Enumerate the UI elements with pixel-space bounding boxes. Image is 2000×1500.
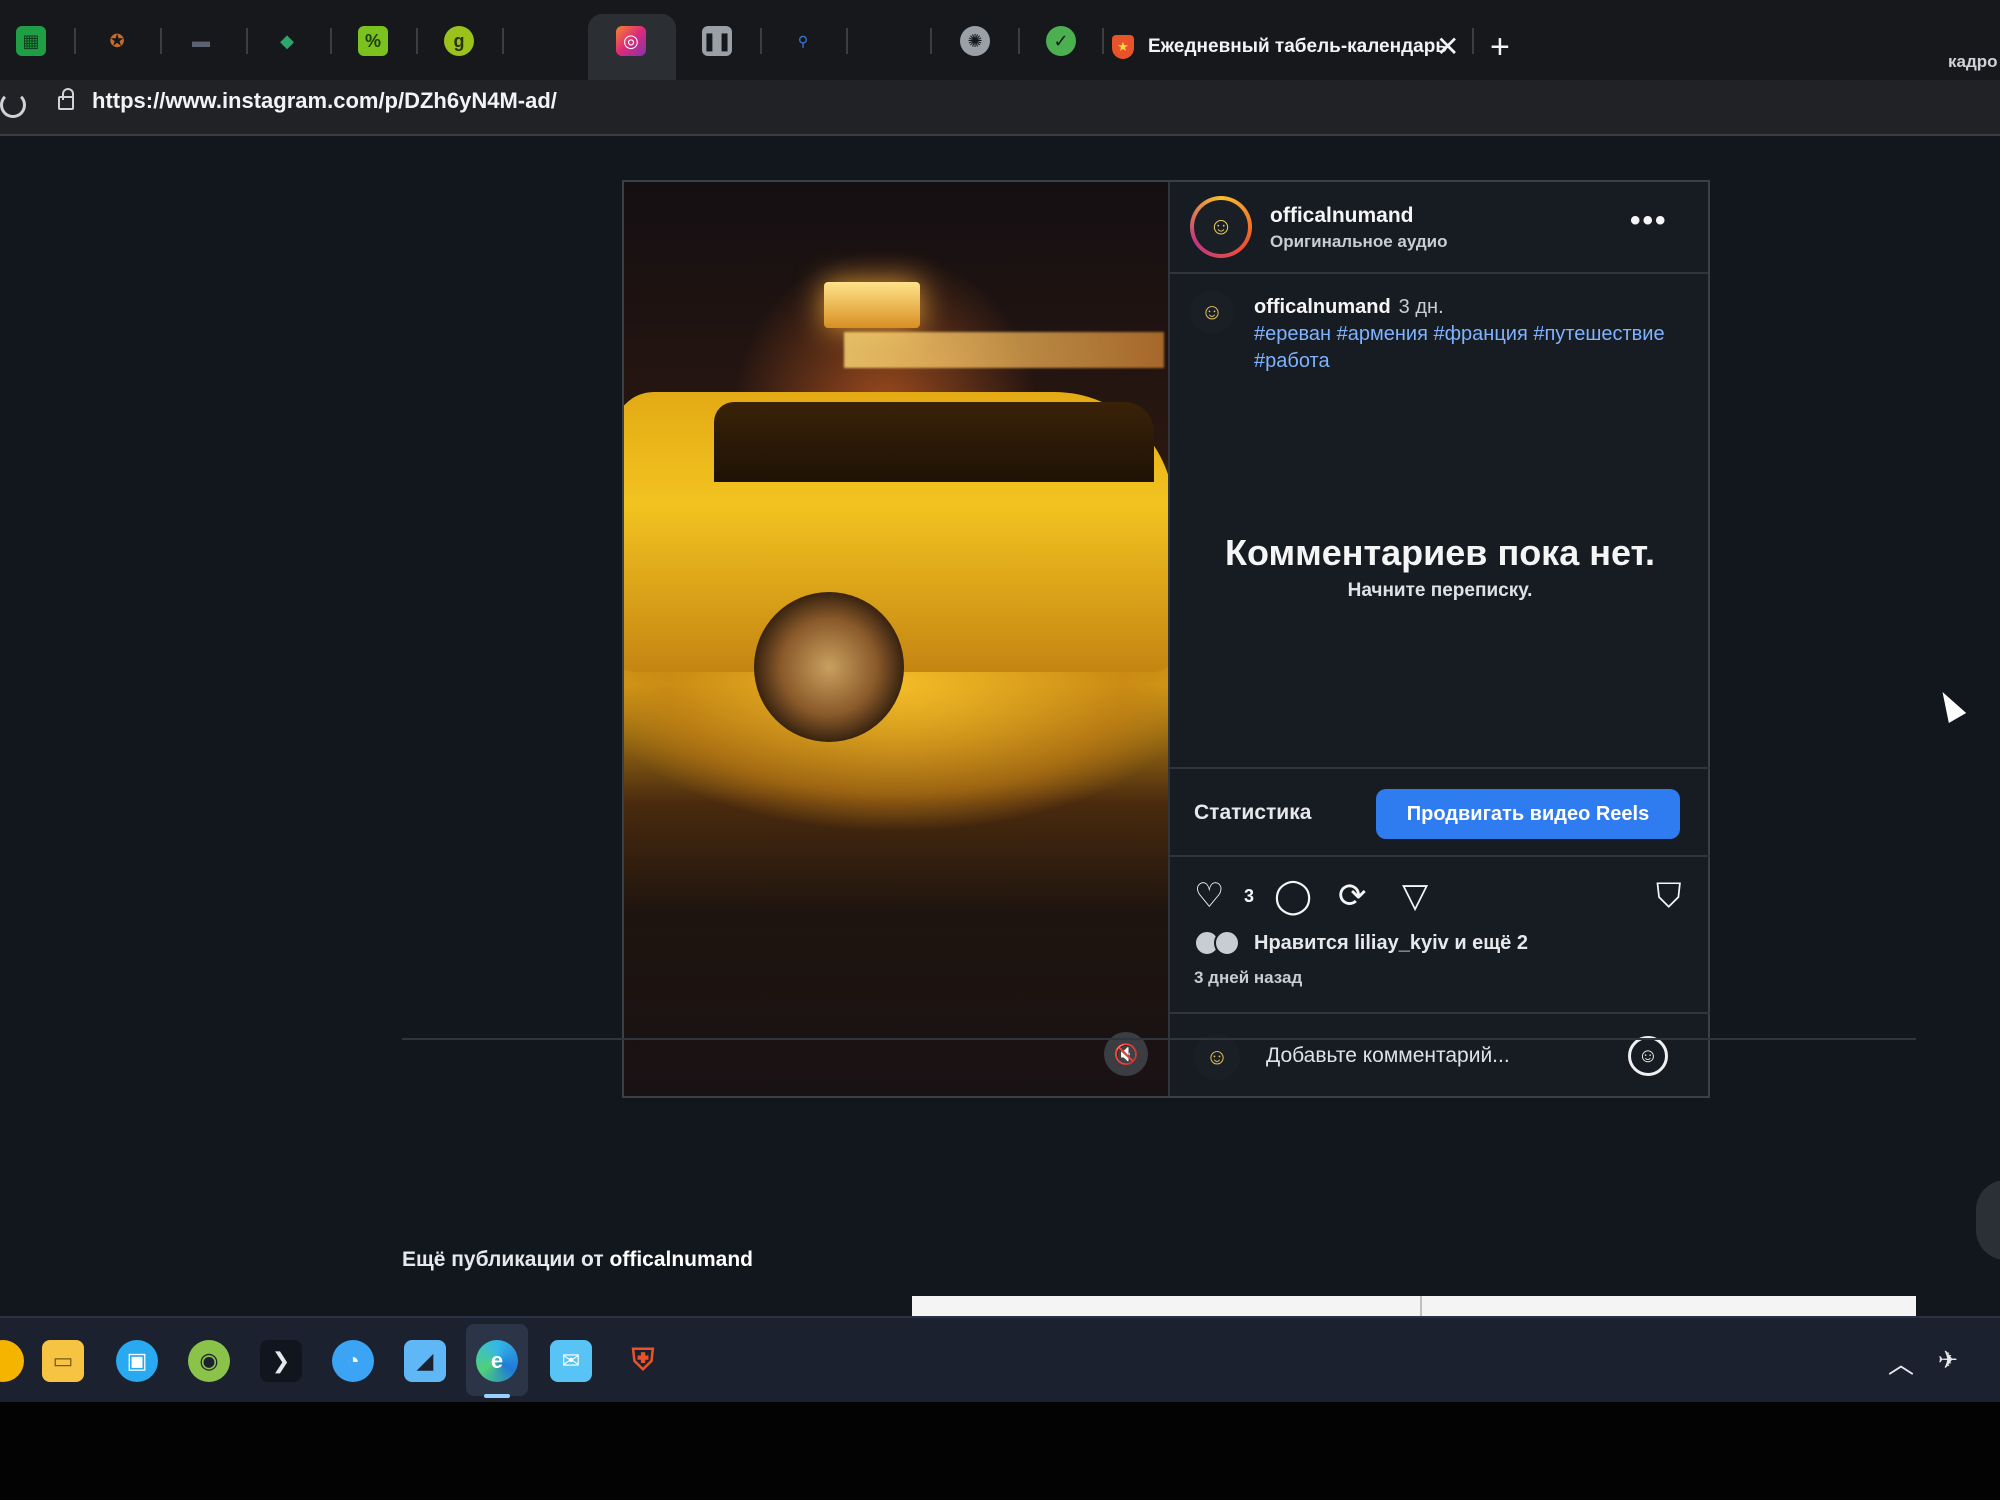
section-divider bbox=[402, 1038, 1916, 1040]
tab-title: Ежедневный табель-календарь bbox=[1148, 36, 1448, 57]
like-count[interactable]: 3 bbox=[1244, 886, 1254, 907]
comment-input[interactable] bbox=[1266, 1038, 1606, 1074]
tab-separator bbox=[846, 28, 848, 54]
monitor-bezel bbox=[0, 1402, 2000, 1500]
no-comments-subtitle: Начните переписку. bbox=[1347, 580, 1533, 601]
comment-icon[interactable]: ◯ bbox=[1274, 876, 1312, 916]
edge-icon[interactable]: e bbox=[476, 1340, 518, 1382]
address-bar: https://www.instagram.com/p/DZh6yN4M-ad/ bbox=[0, 80, 2000, 136]
tab-separator bbox=[930, 28, 932, 54]
diamond-icon[interactable]: ◆ bbox=[272, 26, 302, 56]
post-sidebar: ☺ officalnumand Оригинальное аудио ••• ☺… bbox=[1168, 182, 1710, 1096]
messenger-icon[interactable]: ◔ bbox=[332, 1340, 374, 1382]
g-circle-icon[interactable]: g bbox=[444, 26, 474, 56]
video-frame-lights bbox=[844, 332, 1164, 368]
terminal-icon[interactable]: ❯ bbox=[260, 1340, 302, 1382]
tab-separator bbox=[1018, 28, 1020, 54]
tab-current[interactable]: ★ Ежедневный табель-календарь bbox=[1112, 32, 1447, 62]
likes-text: Нравится liliay_kyiv и ещё 2 bbox=[1254, 931, 1528, 954]
more-options-icon[interactable]: ••• bbox=[1630, 204, 1668, 238]
comment-composer: ☺ ☺ bbox=[1170, 1012, 1710, 1096]
tab-separator bbox=[246, 28, 248, 54]
new-tab-button[interactable]: + bbox=[1490, 28, 1510, 67]
promote-reels-button[interactable]: Продвигать видео Reels bbox=[1376, 789, 1680, 839]
tab-separator bbox=[416, 28, 418, 54]
caption-text: officalnumand 3 дн. #ереван #армения #фра… bbox=[1254, 294, 1684, 375]
more-posts-username[interactable]: officalnumand bbox=[610, 1248, 754, 1271]
author-avatar[interactable]: ☺ bbox=[1190, 196, 1252, 258]
tab-separator bbox=[160, 28, 162, 54]
chrome-icon[interactable] bbox=[0, 1340, 24, 1382]
windows-taskbar: ▭ ▣ ◉ ❯ ◔ ◢ e ✉ ⛨ ︿ ✈ bbox=[0, 1316, 2000, 1402]
emoji-icon[interactable]: ☺ bbox=[1628, 1036, 1668, 1076]
video-frame-car-window bbox=[714, 402, 1154, 482]
tab-separator bbox=[74, 28, 76, 54]
taskbar-active-indicator bbox=[484, 1394, 510, 1398]
tab-separator bbox=[760, 28, 762, 54]
repost-icon[interactable]: ⟳ bbox=[1338, 876, 1367, 916]
video-frame-building bbox=[824, 282, 920, 328]
globe-icon[interactable]: ◉ bbox=[188, 1340, 230, 1382]
tab-separator bbox=[1102, 28, 1104, 54]
pause-icon[interactable]: ❚❚ bbox=[702, 26, 732, 56]
more-posts-prefix: Ещё публикации от bbox=[402, 1248, 604, 1271]
file-explorer-icon[interactable]: ▭ bbox=[42, 1340, 84, 1382]
instagram-icon[interactable]: ◎ bbox=[616, 26, 646, 56]
author-username[interactable]: officalnumand bbox=[1270, 204, 1414, 228]
caption-avatar[interactable]: ☺ bbox=[1190, 290, 1234, 334]
green-sheet-icon[interactable]: ▦ bbox=[16, 26, 46, 56]
shield-badge-icon[interactable]: ✪ bbox=[102, 26, 132, 56]
url-field[interactable]: https://www.instagram.com/p/DZh6yN4M-ad/ bbox=[92, 88, 557, 114]
store-icon[interactable]: ▣ bbox=[116, 1340, 158, 1382]
my-avatar: ☺ bbox=[1194, 1034, 1240, 1080]
vpn-shield-icon: ★ bbox=[1112, 35, 1134, 59]
close-tab-icon[interactable]: ✕ bbox=[1436, 30, 1459, 63]
grammarly-like-icon[interactable]: % bbox=[358, 26, 388, 56]
chevron-up-icon[interactable]: ︿ bbox=[1888, 1344, 1914, 1381]
post-time[interactable]: 3 дней назад bbox=[1194, 968, 1302, 988]
vpn-shield-icon[interactable]: ⛨ bbox=[622, 1340, 664, 1382]
insights-bar: Статистика Продвигать видео Reels bbox=[1170, 767, 1710, 857]
caption-hashtags[interactable]: #ереван #армения #франция #путешествие #… bbox=[1254, 323, 1665, 372]
more-posts-heading: Ещё публикации от officalnumand bbox=[402, 1248, 753, 1272]
video-frame-wheel bbox=[754, 592, 904, 742]
folder-icon[interactable]: ▬ bbox=[186, 26, 216, 56]
post-actions: ♡ 3 ◯ ⟳ ▽ ⛉ bbox=[1194, 876, 1694, 920]
chatgpt-icon[interactable]: ✺ bbox=[960, 26, 990, 56]
reel-video[interactable]: 🔇 bbox=[624, 182, 1168, 1096]
remote-desktop-icon[interactable]: ◢ bbox=[404, 1340, 446, 1382]
share-icon[interactable]: ▽ bbox=[1402, 876, 1428, 916]
caption-username[interactable]: officalnumand bbox=[1254, 296, 1391, 318]
blank-tab-icon[interactable] bbox=[874, 26, 904, 56]
audio-link[interactable]: Оригинальное аудио bbox=[1270, 232, 1448, 252]
likes-summary[interactable]: Нравится liliay_kyiv и ещё 2 bbox=[1194, 930, 1528, 956]
tab-separator bbox=[330, 28, 332, 54]
post-modal: 🔇 ☺ officalnumand Оригинальное аудио •••… bbox=[622, 180, 1710, 1098]
post-header: ☺ officalnumand Оригинальное аудио ••• bbox=[1170, 182, 1708, 274]
reload-icon[interactable] bbox=[0, 92, 26, 118]
caption-time: 3 дн. bbox=[1398, 296, 1444, 318]
browser-tab-strip: ▦ ✪ ▬ ◆ % g ◎ ❚❚ ⚲ ✺ ✓ ★ Ежедневный табе… bbox=[0, 0, 2000, 82]
mail-icon[interactable]: ✉ bbox=[550, 1340, 592, 1382]
search-icon[interactable]: ⚲ bbox=[788, 26, 818, 56]
more-posts-thumbnails[interactable] bbox=[912, 1296, 1916, 1316]
lock-icon[interactable] bbox=[58, 88, 74, 110]
tab-separator bbox=[502, 28, 504, 54]
bookmark-icon[interactable]: ⛉ bbox=[1656, 876, 1682, 916]
tab-separator bbox=[1472, 28, 1474, 54]
clock-check-icon[interactable]: ✓ bbox=[1046, 26, 1076, 56]
no-comments-title: Комментариев пока нет. bbox=[1225, 532, 1655, 573]
heart-icon[interactable]: ♡ bbox=[1194, 876, 1224, 916]
overflow-tab-label[interactable]: кадро bbox=[1948, 52, 1998, 72]
liker-avatars bbox=[1194, 930, 1246, 956]
avatar-image: ☺ bbox=[1194, 200, 1248, 254]
statistics-link[interactable]: Статистика bbox=[1194, 801, 1311, 825]
network-icon[interactable]: ✈ bbox=[1938, 1346, 1958, 1375]
